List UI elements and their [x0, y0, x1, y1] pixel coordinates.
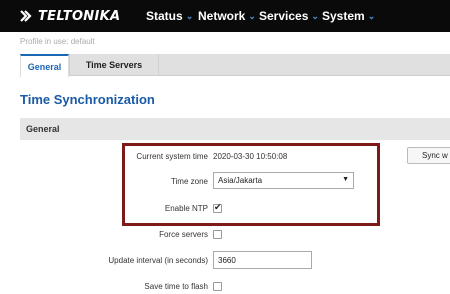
chevron-down-icon: ⌄: [248, 10, 256, 21]
timezone-value: Asia/Jakarta: [218, 176, 263, 185]
tab-time-servers[interactable]: Time Servers: [69, 54, 159, 76]
nav-services[interactable]: Services ⌄: [259, 0, 319, 32]
current-time-value: 2020-03-30 10:50:08: [213, 152, 288, 161]
sync-button[interactable]: Sync w: [407, 147, 450, 164]
nav-services-label: Services: [259, 9, 309, 23]
tab-bar: General Time Servers: [20, 54, 450, 77]
nav-status[interactable]: Status ⌄: [146, 0, 193, 32]
brand-name: TELTONIKA: [38, 8, 121, 24]
nav-system[interactable]: System ⌄: [322, 0, 375, 32]
chevron-down-icon: ⌄: [367, 10, 376, 21]
force-servers-checkbox[interactable]: [213, 230, 222, 239]
update-interval-input[interactable]: 3660: [213, 251, 312, 269]
dropdown-arrow-icon: ▼: [342, 176, 349, 183]
update-interval-label: Update interval (in seconds): [108, 256, 208, 265]
section-header: General: [20, 118, 450, 140]
page-title: Time Synchronization: [20, 92, 155, 107]
chevron-down-icon: ⌄: [185, 10, 194, 21]
profile-prefix: Profile in use:: [20, 37, 69, 46]
profile-indicator: Profile in use: default: [20, 37, 95, 46]
enable-ntp-label: Enable NTP: [164, 204, 208, 213]
enable-ntp-checkbox[interactable]: [213, 202, 222, 213]
nav-network-label: Network: [198, 9, 246, 23]
teltonika-logo[interactable]: TELTONIKA: [20, 7, 120, 25]
nav-status-label: Status: [146, 9, 183, 23]
nav-network[interactable]: Network ⌄: [198, 0, 256, 32]
profile-name: default: [70, 37, 95, 46]
save-time-label: Save time to flash: [144, 282, 208, 291]
top-navigation-bar: TELTONIKA Status ⌄ Network ⌄ Services ⌄ Sys…: [0, 0, 450, 32]
teltonika-logo-icon: [20, 10, 32, 22]
chevron-down-icon: ⌄: [311, 10, 319, 21]
current-time-label: Current system time: [136, 152, 208, 161]
save-time-checkbox[interactable]: [213, 282, 222, 291]
force-servers-label: Force servers: [159, 230, 208, 239]
timezone-label: Time zone: [170, 177, 208, 186]
tab-general[interactable]: General: [20, 54, 69, 77]
nav-system-label: System: [322, 9, 365, 23]
timezone-select[interactable]: Asia/Jakarta ▼: [213, 172, 354, 189]
